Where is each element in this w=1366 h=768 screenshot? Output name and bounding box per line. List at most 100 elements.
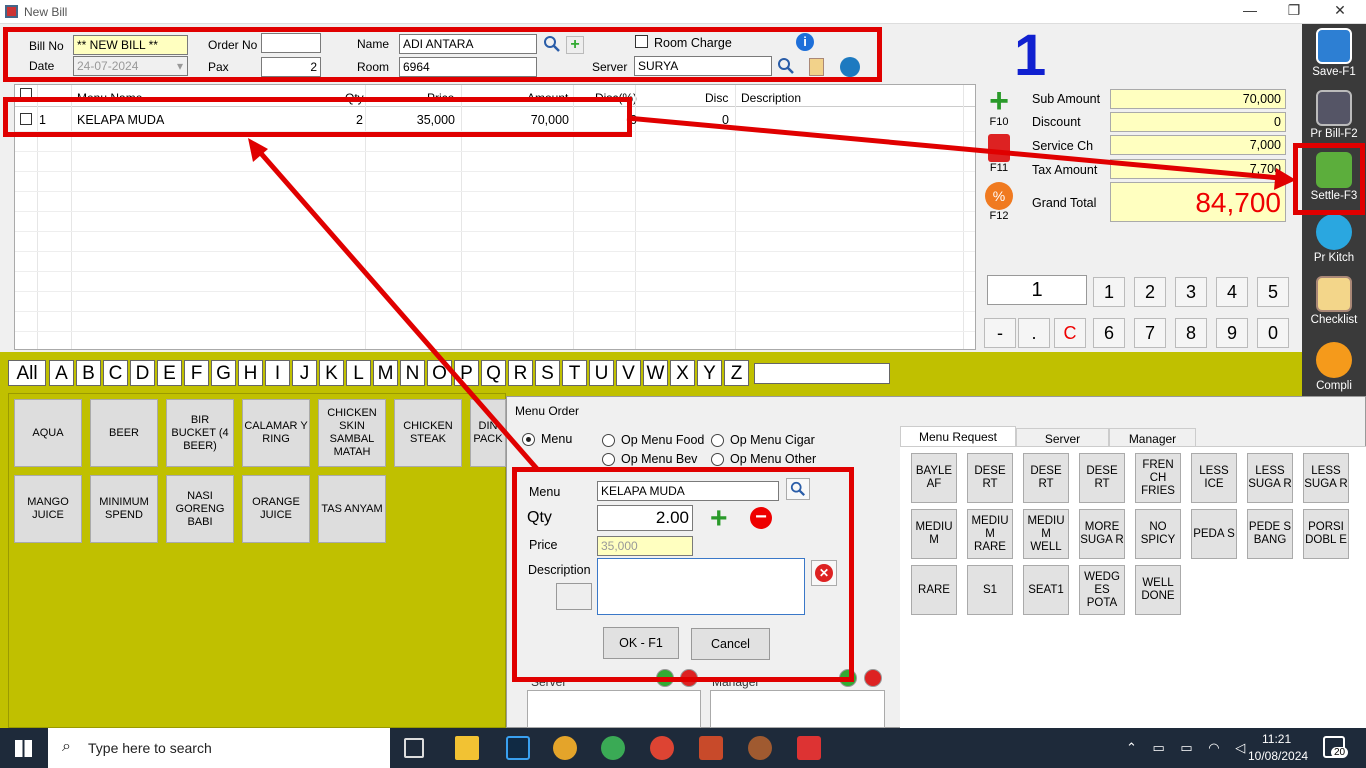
- request-item[interactable]: MEDIU M RARE: [967, 509, 1013, 559]
- menu-item[interactable]: MANGO JUICE: [14, 475, 82, 543]
- tab-menu-request[interactable]: Menu Request: [900, 426, 1016, 446]
- letter-p[interactable]: P: [454, 360, 479, 386]
- server-list[interactable]: [527, 690, 701, 728]
- task-view-icon[interactable]: [404, 738, 424, 758]
- radio-op-menu-cigar[interactable]: Op Menu Cigar: [711, 433, 815, 447]
- letter-n[interactable]: N: [400, 360, 425, 386]
- letter-v[interactable]: V: [616, 360, 641, 386]
- file-explorer-icon[interactable]: [455, 736, 479, 760]
- menu-item[interactable]: MINIMUM SPEND: [90, 475, 158, 543]
- letter-h[interactable]: H: [238, 360, 263, 386]
- request-item[interactable]: PEDE S BANG: [1247, 509, 1293, 559]
- letter-x[interactable]: X: [670, 360, 695, 386]
- letter-z[interactable]: Z: [724, 360, 749, 386]
- letter-r[interactable]: R: [508, 360, 533, 386]
- request-item[interactable]: PORSI DOBL E: [1303, 509, 1349, 559]
- clock-time[interactable]: 11:21: [1262, 732, 1291, 746]
- request-item[interactable]: LESS ICE: [1191, 453, 1237, 503]
- letter-l[interactable]: L: [346, 360, 371, 386]
- letter-f[interactable]: F: [184, 360, 209, 386]
- letter-g[interactable]: G: [211, 360, 236, 386]
- request-item[interactable]: SEAT1: [1023, 565, 1069, 615]
- manager-list[interactable]: [710, 690, 885, 728]
- tab-server[interactable]: Server: [1016, 428, 1109, 448]
- request-item[interactable]: LESS SUGA R: [1247, 453, 1293, 503]
- key-9[interactable]: 9: [1216, 318, 1248, 348]
- letter-a[interactable]: A: [49, 360, 74, 386]
- request-item[interactable]: PEDA S: [1191, 509, 1237, 559]
- letter-m[interactable]: M: [373, 360, 398, 386]
- app-icon-blue[interactable]: [506, 736, 530, 760]
- letter-y[interactable]: Y: [697, 360, 722, 386]
- maximize-button[interactable]: ❐: [1279, 2, 1309, 19]
- add-item-button[interactable]: + F10: [981, 84, 1017, 128]
- menu-item[interactable]: AQUA: [14, 399, 82, 467]
- menu-search-input[interactable]: [754, 363, 890, 384]
- letter-all[interactable]: All: [8, 360, 46, 386]
- save-button[interactable]: Save-F1: [1302, 28, 1366, 78]
- letter-q[interactable]: Q: [481, 360, 506, 386]
- menu-item[interactable]: NASI GORENG BABI: [166, 475, 234, 543]
- print-kitchen-button[interactable]: Pr Kitch: [1302, 214, 1366, 264]
- request-item[interactable]: S1: [967, 565, 1013, 615]
- powerpoint-icon[interactable]: [699, 736, 723, 760]
- system-tray-icons[interactable]: ⌃ ▭ ▭ ◠ ◁: [1126, 740, 1251, 756]
- col-disc[interactable]: Disc: [705, 91, 728, 105]
- request-item[interactable]: DESE RT: [1023, 453, 1069, 503]
- minimize-button[interactable]: —: [1235, 2, 1265, 18]
- compli-button[interactable]: Compli: [1302, 342, 1366, 392]
- key-6[interactable]: 6: [1093, 318, 1125, 348]
- taskbar-search[interactable]: ⌕ Type here to search: [48, 728, 390, 768]
- letter-u[interactable]: U: [589, 360, 614, 386]
- request-item[interactable]: MEDIU M WELL: [1023, 509, 1069, 559]
- letter-s[interactable]: S: [535, 360, 560, 386]
- menu-item[interactable]: CALAMAR Y RING: [242, 399, 310, 467]
- letter-j[interactable]: J: [292, 360, 317, 386]
- key-8[interactable]: 8: [1175, 318, 1207, 348]
- start-icon[interactable]: [15, 740, 32, 757]
- key-4[interactable]: 4: [1216, 277, 1248, 307]
- delete-item-button[interactable]: F11: [981, 134, 1017, 174]
- key-2[interactable]: 2: [1134, 277, 1166, 307]
- key-3[interactable]: 3: [1175, 277, 1207, 307]
- key-dot[interactable]: .: [1018, 318, 1050, 348]
- pos-app-icon[interactable]: [748, 736, 772, 760]
- remove-manager-icon[interactable]: [864, 669, 882, 687]
- key-clear[interactable]: C: [1054, 318, 1086, 348]
- request-item[interactable]: LESS SUGA R: [1303, 453, 1349, 503]
- letter-e[interactable]: E: [157, 360, 182, 386]
- app-icon-red[interactable]: [797, 736, 821, 760]
- request-item[interactable]: WELL DONE: [1135, 565, 1181, 615]
- chrome-icon[interactable]: [650, 736, 674, 760]
- radio-menu[interactable]: Menu: [522, 432, 572, 446]
- request-item[interactable]: DESE RT: [967, 453, 1013, 503]
- letter-o[interactable]: O: [427, 360, 452, 386]
- col-description[interactable]: Description: [741, 91, 801, 105]
- key-1[interactable]: 1: [1093, 277, 1125, 307]
- request-item[interactable]: FREN CH FRIES: [1135, 453, 1181, 503]
- key-minus[interactable]: -: [984, 318, 1016, 348]
- keypad-display[interactable]: 1: [987, 275, 1087, 305]
- chrome-icon[interactable]: [601, 736, 625, 760]
- request-item[interactable]: MEDIU M: [911, 509, 957, 559]
- radio-op-menu-bev[interactable]: Op Menu Bev: [602, 452, 697, 466]
- key-7[interactable]: 7: [1134, 318, 1166, 348]
- letter-b[interactable]: B: [76, 360, 101, 386]
- letter-i[interactable]: I: [265, 360, 290, 386]
- request-item[interactable]: BAYLE AF: [911, 453, 957, 503]
- discount-button[interactable]: % F12: [981, 182, 1017, 222]
- tab-manager[interactable]: Manager: [1109, 428, 1196, 448]
- letter-t[interactable]: T: [562, 360, 587, 386]
- request-item[interactable]: MORE SUGA R: [1079, 509, 1125, 559]
- menu-item[interactable]: ORANGE JUICE: [242, 475, 310, 543]
- request-item[interactable]: RARE: [911, 565, 957, 615]
- request-item[interactable]: DESE RT: [1079, 453, 1125, 503]
- letter-d[interactable]: D: [130, 360, 155, 386]
- menu-item[interactable]: BIR BUCKET (4 BEER): [166, 399, 234, 467]
- letter-k[interactable]: K: [319, 360, 344, 386]
- menu-item[interactable]: DIN PACK: [470, 399, 506, 467]
- close-button[interactable]: ✕: [1325, 2, 1355, 19]
- print-bill-button[interactable]: Pr Bill-F2: [1302, 90, 1366, 140]
- clock-date[interactable]: 10/08/2024: [1248, 749, 1308, 763]
- radio-op-menu-food[interactable]: Op Menu Food: [602, 433, 704, 447]
